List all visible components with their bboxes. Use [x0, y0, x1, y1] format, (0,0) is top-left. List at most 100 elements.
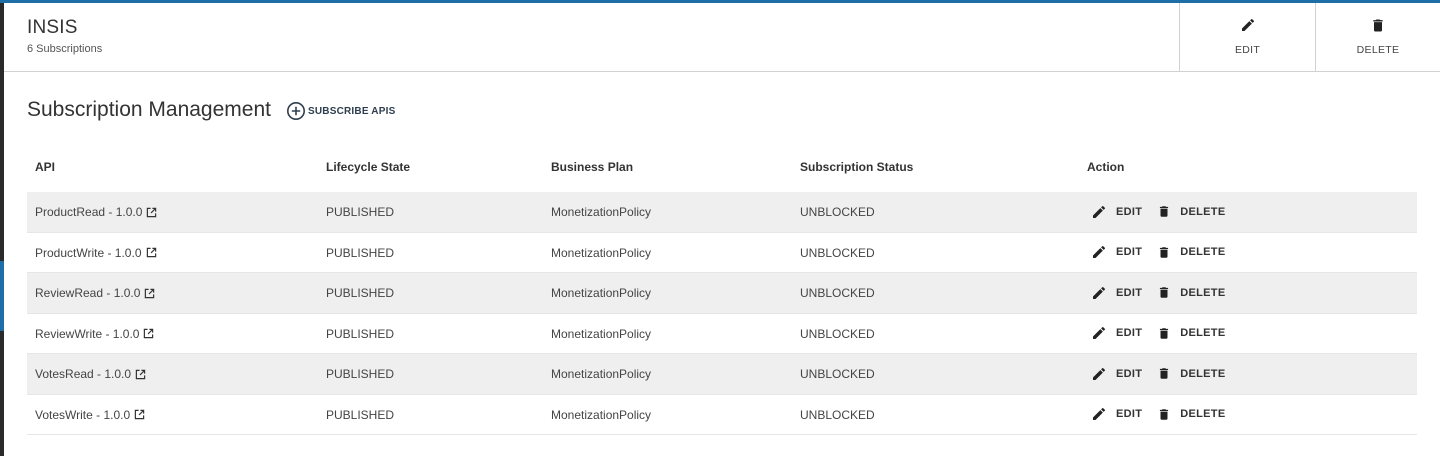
edit-subscription-button[interactable]: EDIT — [1091, 285, 1142, 301]
delete-subscription-button[interactable]: DELETE — [1157, 406, 1225, 423]
edit-label: EDIT — [1116, 205, 1143, 218]
subscription-status: UNBLOCKED — [800, 407, 875, 422]
table-row: ReviewWrite - 1.0.0 PUBLISHED Monetizati… — [27, 314, 1417, 354]
lifecycle-state: PUBLISHED — [326, 407, 395, 422]
subscription-status: UNBLOCKED — [800, 205, 875, 219]
edit-label: EDIT — [1234, 44, 1261, 56]
delete-subscription-button[interactable]: DELETE — [1157, 284, 1225, 301]
business-plan: MonetizationPolicy — [551, 205, 652, 219]
pencil-icon — [1093, 407, 1106, 420]
trash-icon — [1160, 246, 1169, 258]
lifecycle-state: PUBLISHED — [326, 326, 395, 341]
pencil-icon — [1093, 245, 1106, 258]
pencil-icon — [1093, 367, 1106, 380]
column-header-api[interactable]: API — [35, 160, 55, 174]
delete-label: DELETE — [1356, 44, 1400, 56]
subscription-count: 6 Subscriptions — [27, 43, 103, 55]
edit-subscription-button[interactable]: EDIT — [1091, 325, 1142, 341]
pencil-icon — [1093, 205, 1106, 218]
lifecycle-state: PUBLISHED — [326, 367, 395, 381]
edit-label: EDIT — [1116, 286, 1143, 299]
trash-icon — [1160, 408, 1169, 420]
business-plan: MonetizationPolicy — [551, 326, 652, 341]
section-title: Subscription Management — [27, 98, 271, 121]
trash-icon — [1160, 206, 1169, 217]
business-plan: MonetizationPolicy — [551, 245, 652, 260]
external-link-icon[interactable] — [146, 207, 157, 218]
delete-subscription-button[interactable]: DELETE — [1157, 365, 1225, 382]
table-row: ProductWrite - 1.0.0 PUBLISHED Monetizat… — [27, 233, 1417, 273]
business-plan: MonetizationPolicy — [551, 367, 652, 381]
external-link-icon[interactable] — [144, 288, 155, 299]
delete-label: DELETE — [1180, 286, 1226, 299]
delete-application-button[interactable]: DELETE — [1315, 3, 1440, 71]
delete-label: DELETE — [1180, 367, 1226, 380]
edit-application-button[interactable]: EDIT — [1179, 3, 1315, 71]
app-frame: INSIS 6 Subscriptions EDIT DELETE Subscr… — [0, 0, 1440, 456]
api-name[interactable]: ProductWrite - 1.0.0 — [35, 246, 142, 260]
external-link-icon[interactable] — [146, 247, 157, 258]
api-cell[interactable]: ProductWrite - 1.0.0 — [35, 246, 157, 260]
api-name[interactable]: VotesWrite - 1.0.0 — [35, 408, 130, 422]
lifecycle-state: PUBLISHED — [326, 286, 395, 300]
column-header-plan[interactable]: Business Plan — [551, 160, 633, 174]
pencil-icon — [1093, 326, 1106, 339]
app-header: INSIS 6 Subscriptions EDIT DELETE — [4, 3, 1440, 72]
api-cell[interactable]: VotesWrite - 1.0.0 — [35, 408, 145, 422]
api-cell[interactable]: ReviewWrite - 1.0.0 — [35, 327, 154, 341]
table-row: VotesRead - 1.0.0 PUBLISHED Monetization… — [27, 354, 1417, 395]
delete-subscription-button[interactable]: DELETE — [1157, 244, 1225, 261]
plus-circle-icon — [287, 102, 305, 120]
trash-icon — [1160, 287, 1169, 298]
delete-label: DELETE — [1180, 205, 1226, 218]
edit-label: EDIT — [1116, 367, 1143, 380]
left-nav-active-marker — [0, 261, 4, 331]
subscription-status: UNBLOCKED — [800, 245, 875, 260]
delete-subscription-button[interactable]: DELETE — [1157, 325, 1225, 342]
row-actions: EDIT DELETE — [1091, 406, 1225, 423]
row-actions: EDIT DELETE — [1091, 244, 1225, 261]
api-cell[interactable]: ReviewRead - 1.0.0 — [35, 286, 155, 300]
edit-label: EDIT — [1116, 327, 1143, 339]
external-link-icon[interactable] — [135, 369, 146, 380]
row-actions: EDIT DELETE — [1091, 325, 1225, 342]
external-link-icon[interactable] — [134, 409, 145, 420]
api-cell[interactable]: ProductRead - 1.0.0 — [35, 205, 157, 219]
api-name[interactable]: ReviewRead - 1.0.0 — [35, 286, 140, 300]
row-actions: EDIT DELETE — [1091, 284, 1225, 301]
delete-subscription-button[interactable]: DELETE — [1157, 203, 1225, 220]
subscription-status: UNBLOCKED — [800, 286, 875, 300]
external-link-icon[interactable] — [143, 328, 154, 339]
subscriptions-table: API Lifecycle State Business Plan Subscr… — [27, 146, 1417, 435]
delete-label: DELETE — [1180, 327, 1226, 339]
column-header-lifecycle[interactable]: Lifecycle State — [326, 160, 410, 174]
column-header-action: Action — [1087, 160, 1125, 174]
api-cell[interactable]: VotesRead - 1.0.0 — [35, 367, 146, 381]
edit-subscription-button[interactable]: EDIT — [1091, 244, 1142, 260]
edit-label: EDIT — [1116, 246, 1143, 258]
pencil-icon — [1241, 18, 1254, 31]
table-row: ProductRead - 1.0.0 PUBLISHED Monetizati… — [27, 192, 1417, 233]
lifecycle-state: PUBLISHED — [326, 205, 395, 219]
trash-icon — [1160, 368, 1169, 379]
edit-label: EDIT — [1116, 408, 1143, 420]
edit-subscription-button[interactable]: EDIT — [1091, 366, 1142, 382]
edit-subscription-button[interactable]: EDIT — [1091, 406, 1142, 422]
subscription-status: UNBLOCKED — [800, 367, 875, 381]
delete-label: DELETE — [1180, 246, 1226, 258]
row-actions: EDIT DELETE — [1091, 203, 1225, 220]
table-header: API Lifecycle State Business Plan Subscr… — [27, 146, 1417, 192]
delete-label: DELETE — [1180, 408, 1226, 420]
app-title: INSIS — [27, 17, 78, 38]
column-header-status[interactable]: Subscription Status — [800, 160, 913, 174]
api-name[interactable]: VotesRead - 1.0.0 — [35, 367, 131, 381]
api-name[interactable]: ReviewWrite - 1.0.0 — [35, 327, 139, 341]
trash-icon — [1160, 327, 1169, 339]
api-name[interactable]: ProductRead - 1.0.0 — [35, 205, 142, 219]
table-row: VotesWrite - 1.0.0 PUBLISHED Monetizatio… — [27, 395, 1417, 435]
business-plan: MonetizationPolicy — [551, 407, 652, 422]
subscribe-apis-button[interactable]: SUBSCRIBE APIS — [286, 100, 395, 122]
edit-subscription-button[interactable]: EDIT — [1091, 204, 1142, 220]
pencil-icon — [1093, 286, 1106, 299]
business-plan: MonetizationPolicy — [551, 286, 652, 300]
